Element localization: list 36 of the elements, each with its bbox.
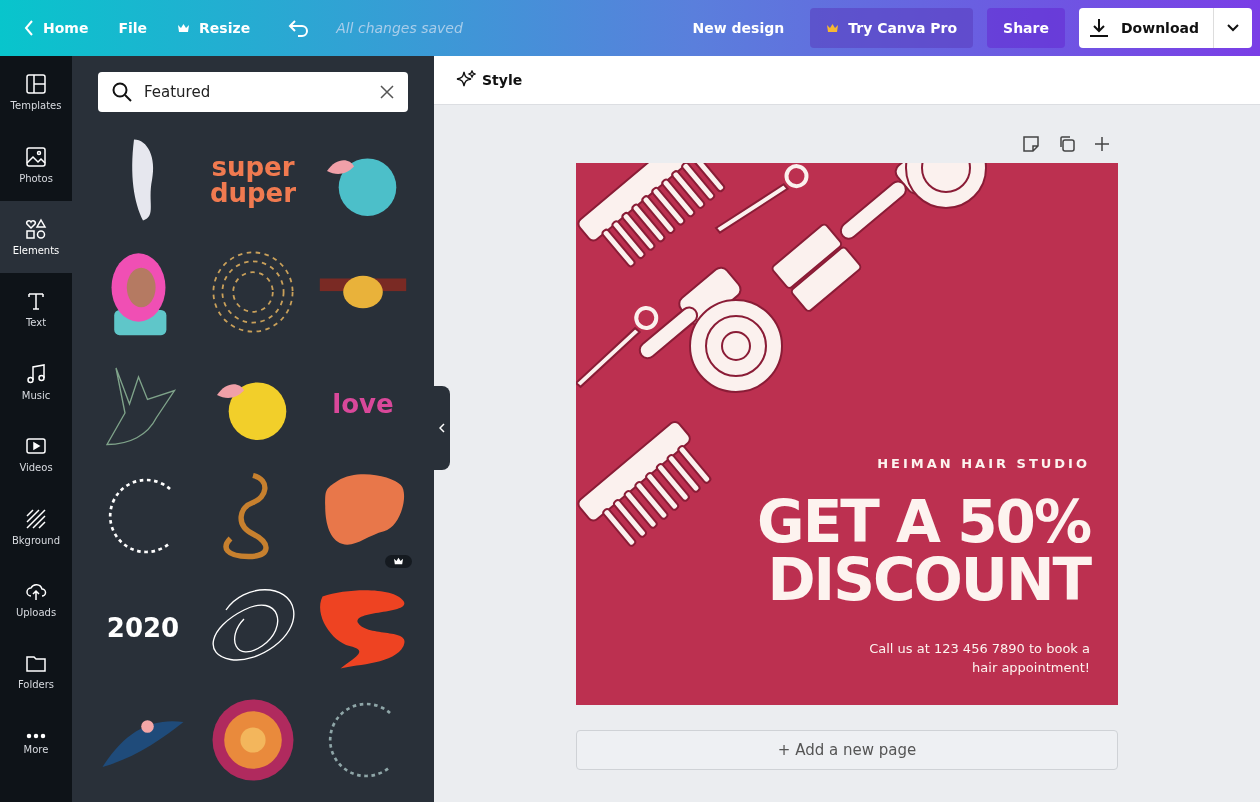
templates-icon: [25, 73, 47, 96]
background-icon: [25, 507, 47, 530]
try-pro-button[interactable]: Try Canva Pro: [810, 8, 974, 48]
body-text: Call us at 123 456 7890 to book a hair appointment!: [868, 640, 1090, 677]
crown-icon: [393, 557, 404, 566]
crown-icon: [826, 22, 840, 34]
design-page[interactable]: HEIMAN HAIR STUDIO GET A 50% DISCOUNT Call us at 123 456 7890 to book a hair appointment!: [576, 163, 1118, 705]
note-icon[interactable]: [1022, 135, 1040, 153]
new-design-button[interactable]: New design: [680, 12, 797, 44]
photos-icon: [25, 145, 47, 168]
chevron-icon: [439, 423, 445, 433]
download-icon: [1088, 18, 1109, 38]
headline: DISCOUNT: [767, 551, 1090, 609]
close-icon[interactable]: [380, 85, 394, 99]
text-icon: [25, 290, 47, 313]
headline: GET A 50%: [757, 493, 1090, 551]
add-page-button[interactable]: + Add a new page: [576, 730, 1118, 770]
studio-name: HEIMAN HAIR STUDIO: [877, 456, 1090, 471]
duplicate-icon[interactable]: [1058, 135, 1076, 153]
save-status: All changes saved: [336, 20, 463, 36]
share-button[interactable]: Share: [987, 8, 1065, 48]
lettering-sticker[interactable]: 2020: [106, 615, 180, 641]
collapse-panel-button[interactable]: [434, 386, 450, 470]
crown-icon: [177, 22, 191, 34]
add-icon[interactable]: [1094, 136, 1110, 152]
lettering-sticker[interactable]: super duper: [200, 154, 306, 206]
undo-icon: [288, 19, 311, 37]
search-icon: [112, 82, 132, 102]
music-icon: [25, 362, 47, 385]
elements-icon: [25, 217, 47, 240]
style-button[interactable]: Style: [450, 69, 529, 91]
sidebar-tab[interactable]: Elements: [0, 200, 72, 274]
back-icon: [24, 20, 34, 36]
more-icon: [25, 732, 47, 739]
search-field[interactable]: Featured: [98, 72, 408, 112]
caret-icon: [1227, 24, 1239, 32]
